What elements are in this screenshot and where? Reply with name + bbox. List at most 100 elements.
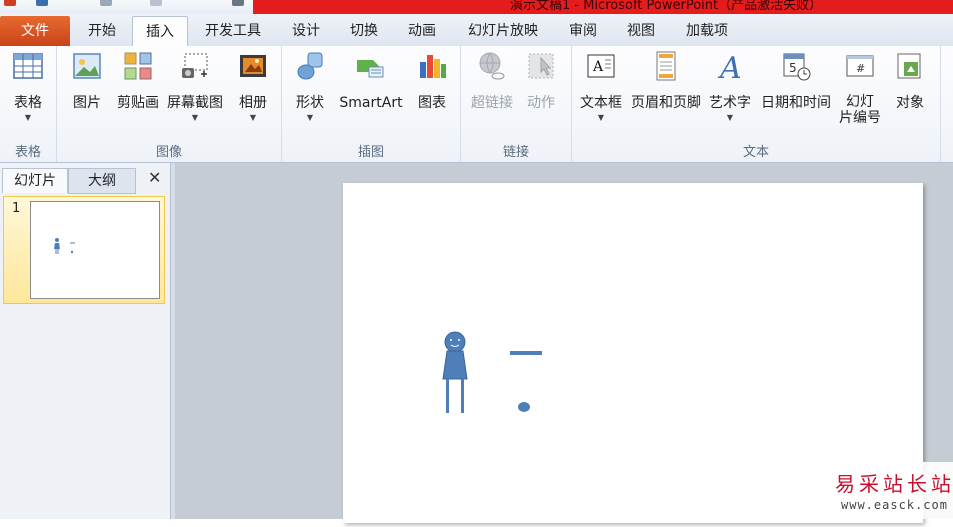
watermark-url: www.easck.com <box>841 498 948 512</box>
tab-slides[interactable]: 幻灯片 <box>2 168 68 193</box>
slide-number-icon: # <box>846 55 874 77</box>
redo-icon[interactable] <box>150 0 162 6</box>
wordart-label: 艺术字 <box>709 95 751 111</box>
datetime-button[interactable]: 5 日期和时间 <box>758 50 834 112</box>
ribbon: 表格 ▼ 表格 图片 剪贴画 屏幕截图 ▼ 相册 ▼ 图像 形状 ▼ Smart… <box>0 46 953 163</box>
chevron-down-icon: ▼ <box>24 113 32 122</box>
hyperlink-label: 超链接 <box>471 95 513 111</box>
hyperlink-icon <box>479 52 505 80</box>
window-title: 演示文稿1 - Microsoft PowerPoint（产品激活失败） <box>510 0 823 13</box>
shapes-label: 形状 <box>296 95 324 111</box>
svg-text:5: 5 <box>789 61 797 75</box>
group-tables: 表格 ▼ 表格 <box>0 46 57 162</box>
slidenumber-button[interactable]: # 幻灯 片编号 <box>838 50 882 126</box>
tab-design[interactable]: 设计 <box>282 16 330 46</box>
watermark-name: 易采站长站 <box>835 472 953 496</box>
qat-customize-icon[interactable] <box>232 0 244 6</box>
header-footer-icon <box>656 51 676 81</box>
action-button[interactable]: 动作 <box>521 50 561 112</box>
hyperlink-button[interactable]: 超链接 <box>467 50 517 112</box>
slide-thumbnail-item[interactable]: 1 <box>3 196 165 304</box>
close-icon[interactable]: ✕ <box>148 168 161 187</box>
object-button[interactable]: 对象 <box>888 50 932 112</box>
group-text: A 文本框 ▼ 页眉和页脚 A 艺术字 ▼ 5 日期和时间 # 幻灯 片编号 对… <box>572 46 941 162</box>
picture-icon <box>73 53 101 79</box>
tab-outline[interactable]: 大纲 <box>68 168 136 194</box>
group-links: 超链接 动作 链接 <box>461 46 572 162</box>
action-label: 动作 <box>527 95 555 111</box>
headerfooter-button[interactable]: 页眉和页脚 <box>628 50 704 112</box>
tab-review[interactable]: 审阅 <box>560 16 606 46</box>
slidenumber-label-line2: 片编号 <box>839 110 881 126</box>
smartart-button[interactable]: SmartArt <box>336 50 406 112</box>
object-icon <box>897 53 921 79</box>
shapes-icon <box>297 52 323 80</box>
textbox-button[interactable]: A 文本框 ▼ <box>578 50 624 122</box>
tab-animations[interactable]: 动画 <box>398 16 446 46</box>
chart-button[interactable]: 图表 <box>412 50 452 112</box>
tab-transitions[interactable]: 切换 <box>340 16 388 46</box>
calendar-icon: 5 <box>783 53 811 81</box>
svg-text:#: # <box>856 62 865 75</box>
shapes-button[interactable]: 形状 ▼ <box>290 50 330 122</box>
album-icon <box>240 55 266 77</box>
tab-home[interactable]: 开始 <box>76 16 128 46</box>
tab-file[interactable]: 文件 <box>0 16 70 46</box>
textbox-label: 文本框 <box>580 95 622 111</box>
album-label: 相册 <box>239 95 267 111</box>
screenshot-button[interactable]: 屏幕截图 ▼ <box>165 50 225 122</box>
screenshot-icon <box>182 53 208 78</box>
save-icon[interactable] <box>36 0 48 6</box>
tab-addins[interactable]: 加载项 <box>676 16 738 46</box>
svg-text:A: A <box>717 51 742 82</box>
table-icon <box>13 53 43 79</box>
title-bar: 演示文稿1 - Microsoft PowerPoint（产品激活失败） <box>0 0 953 14</box>
chart-icon <box>420 55 446 78</box>
slides-panel: 幻灯片 大纲 ✕ 1 <box>0 163 171 519</box>
line-shape[interactable] <box>510 351 542 355</box>
stick-figure-shape[interactable] <box>442 331 468 413</box>
thumbnail-preview <box>54 238 75 254</box>
slidenumber-label-line1: 幻灯 <box>846 94 874 110</box>
table-button[interactable]: 表格 ▼ <box>8 50 48 122</box>
tab-developer[interactable]: 开发工具 <box>194 16 272 46</box>
object-label: 对象 <box>896 95 924 111</box>
chevron-down-icon: ▼ <box>306 113 314 122</box>
picture-button[interactable]: 图片 <box>65 50 109 112</box>
tab-view[interactable]: 视图 <box>616 16 666 46</box>
tab-slideshow[interactable]: 幻灯片放映 <box>456 16 550 46</box>
dot-shape[interactable] <box>518 402 530 412</box>
wordart-button[interactable]: A 艺术字 ▼ <box>706 50 754 122</box>
group-label-illustrations: 插图 <box>357 145 384 160</box>
table-label: 表格 <box>14 95 42 111</box>
chart-label: 图表 <box>418 95 446 111</box>
screenshot-label: 屏幕截图 <box>167 95 223 111</box>
slidenumber-label: 幻灯 片编号 <box>838 94 882 126</box>
group-label-text: 文本 <box>742 145 769 160</box>
undo-icon[interactable] <box>100 0 112 6</box>
clipart-label: 剪贴画 <box>117 95 159 111</box>
chevron-down-icon: ▼ <box>726 113 734 122</box>
clipart-button[interactable]: 剪贴画 <box>113 50 163 112</box>
group-label-tables: 表格 <box>14 145 41 160</box>
smartart-label: SmartArt <box>339 95 403 111</box>
clipart-icon <box>124 52 152 80</box>
app-icon[interactable] <box>4 0 16 6</box>
tab-insert[interactable]: 插入 <box>132 16 188 48</box>
wordart-icon: A <box>717 51 742 82</box>
chevron-down-icon: ▼ <box>249 113 257 122</box>
smartart-icon <box>357 60 384 78</box>
group-label-links: 链接 <box>502 145 529 160</box>
slide-thumbnail[interactable] <box>30 201 160 299</box>
ribbon-tab-row: 文件 开始 插入 开发工具 设计 切换 动画 幻灯片放映 审阅 视图 加载项 <box>0 14 953 48</box>
action-icon <box>528 53 554 79</box>
picture-label: 图片 <box>73 95 101 111</box>
group-illustrations: 形状 ▼ SmartArt 图表 插图 <box>282 46 461 162</box>
album-button[interactable]: 相册 ▼ <box>231 50 275 122</box>
group-images: 图片 剪贴画 屏幕截图 ▼ 相册 ▼ 图像 <box>57 46 282 162</box>
watermark: 易采站长站 www.easck.com <box>827 462 953 519</box>
datetime-label: 日期和时间 <box>761 95 831 111</box>
chevron-down-icon: ▼ <box>597 113 605 122</box>
group-label-images: 图像 <box>155 145 182 160</box>
svg-text:A: A <box>592 59 604 75</box>
